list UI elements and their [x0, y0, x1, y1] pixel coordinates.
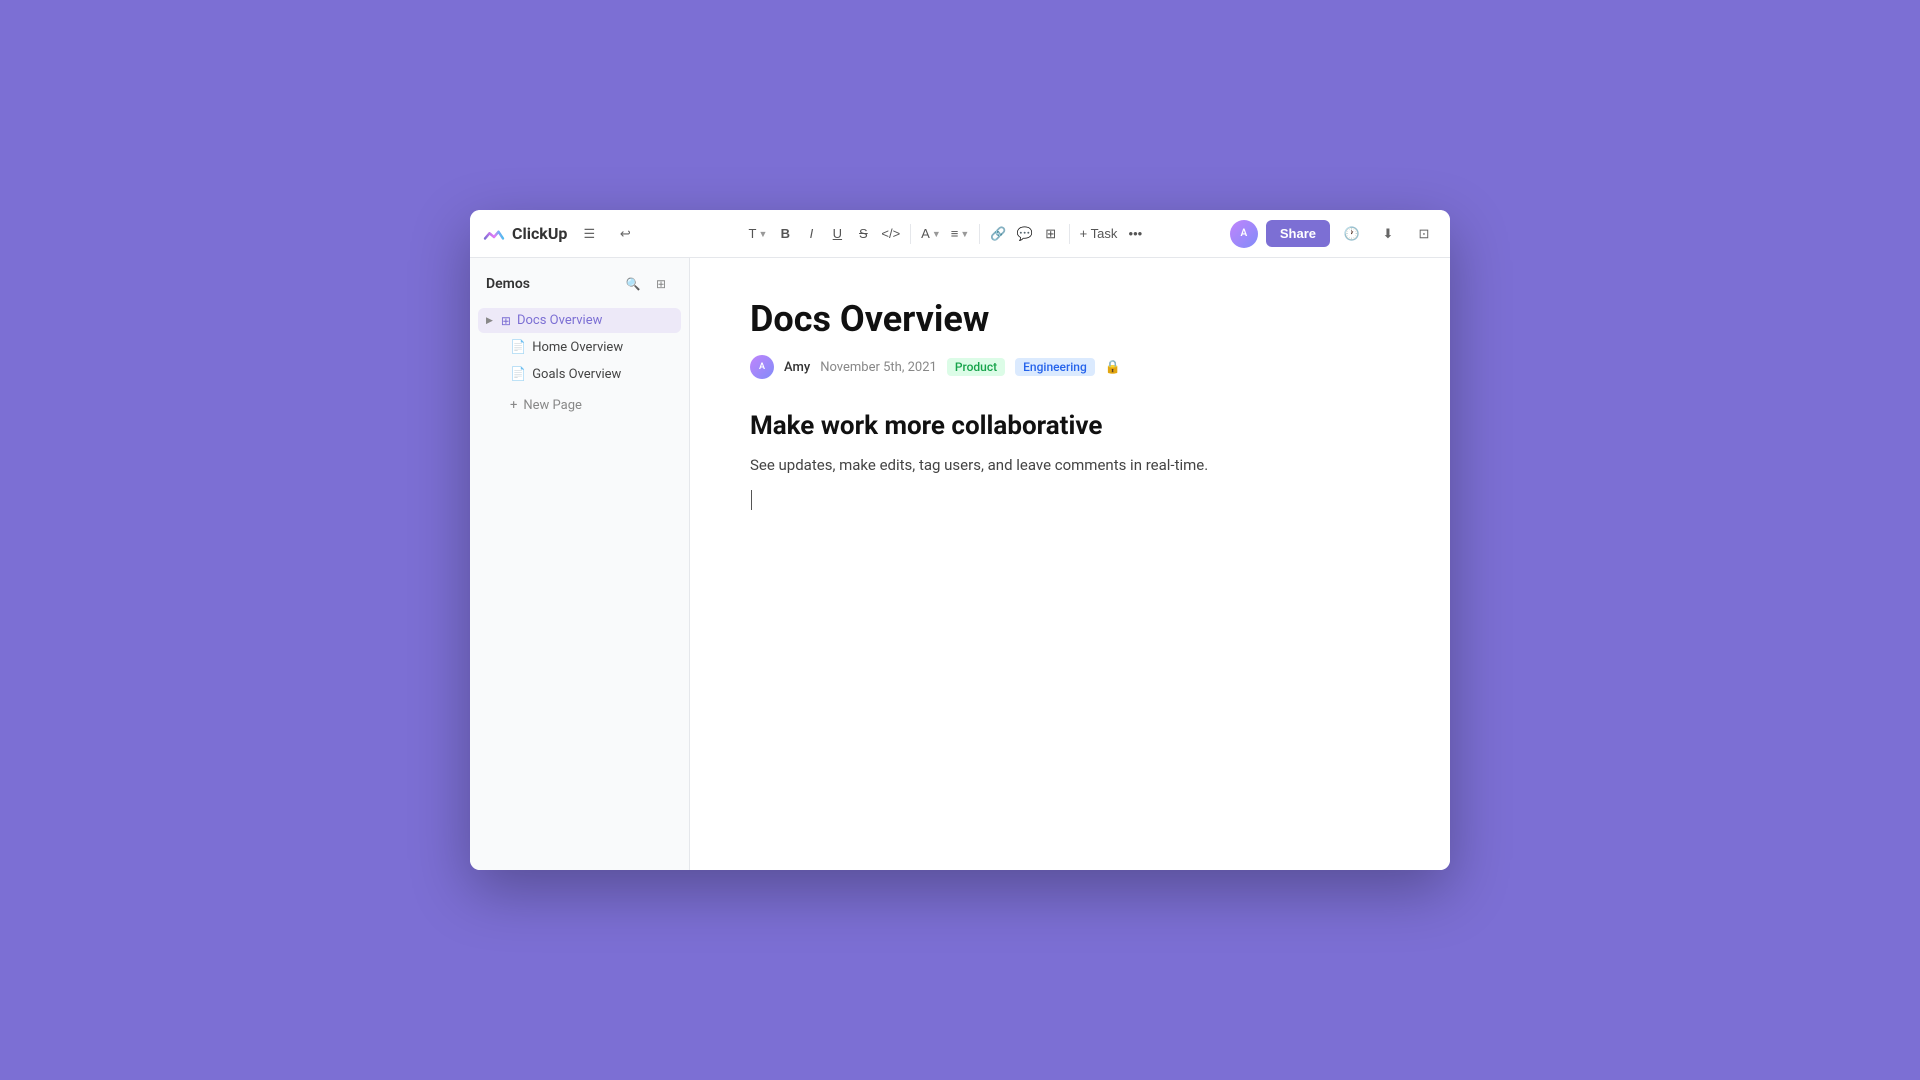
- view-toggle-button[interactable]: ⊡: [1410, 220, 1438, 248]
- menu-button[interactable]: ☰: [575, 220, 603, 248]
- comment-button[interactable]: 💬: [1012, 220, 1036, 248]
- toolbar-left: ClickUp ☰ ↩: [482, 220, 662, 248]
- sidebar-header: Demos 🔍 ⊞: [470, 258, 689, 304]
- divider-2: [979, 224, 980, 244]
- document-meta: A Amy November 5th, 2021 Product Enginee…: [750, 355, 1390, 379]
- sidebar-item-docs-overview[interactable]: ▶ ⊞ Docs Overview: [478, 308, 681, 333]
- history-button[interactable]: 🕐: [1338, 220, 1366, 248]
- text-style-button[interactable]: T▼: [745, 220, 772, 248]
- tag-product[interactable]: Product: [947, 358, 1005, 376]
- sidebar-search-button[interactable]: 🔍: [621, 272, 645, 296]
- export-button[interactable]: ⬇: [1374, 220, 1402, 248]
- strikethrough-button[interactable]: S: [851, 220, 875, 248]
- toolbar-center: T▼ B I U S </> A▼ ≡▼ 🔗 💬 ⊞ + Task •••: [666, 220, 1226, 248]
- document-date: November 5th, 2021: [820, 360, 937, 375]
- font-color-button[interactable]: A▼: [917, 220, 945, 248]
- content-area[interactable]: Docs Overview A Amy November 5th, 2021 P…: [690, 258, 1450, 870]
- undo-button[interactable]: ↩: [611, 220, 639, 248]
- align-button[interactable]: ≡▼: [947, 220, 974, 248]
- tag-engineering[interactable]: Engineering: [1015, 358, 1095, 376]
- document-body: See updates, make edits, tag users, and …: [750, 453, 1390, 477]
- sidebar-item-label: Docs Overview: [517, 313, 602, 328]
- sidebar-header-icons: 🔍 ⊞: [621, 272, 673, 296]
- plus-icon: +: [510, 398, 517, 413]
- toolbar: ClickUp ☰ ↩ T▼ B I U S </> A▼ ≡▼ 🔗 💬 ⊞: [470, 210, 1450, 258]
- code-button[interactable]: </>: [877, 220, 904, 248]
- share-button[interactable]: Share: [1266, 220, 1330, 247]
- link-button[interactable]: 🔗: [986, 220, 1010, 248]
- author-avatar: A: [750, 355, 774, 379]
- expand-arrow-icon: ▶: [486, 316, 493, 326]
- bold-button[interactable]: B: [773, 220, 797, 248]
- author-name: Amy: [784, 360, 810, 375]
- document-heading: Make work more collaborative: [750, 411, 1390, 441]
- sidebar-item-goals-overview[interactable]: 📄 Goals Overview: [478, 362, 681, 387]
- privacy-icon: 🔒: [1105, 360, 1121, 375]
- user-avatar: A: [1230, 220, 1258, 248]
- app-window: ClickUp ☰ ↩ T▼ B I U S </> A▼ ≡▼ 🔗 💬 ⊞: [470, 210, 1450, 870]
- new-page-item[interactable]: + New Page: [478, 393, 681, 418]
- logo: ClickUp: [482, 222, 567, 246]
- new-page-label: New Page: [523, 398, 582, 413]
- doc-icon-home: 📄: [510, 340, 526, 355]
- nav-items: ▶ ⊞ Docs Overview 📄 Home Overview 📄 Goal…: [470, 304, 689, 422]
- cursor-area[interactable]: [750, 489, 1390, 510]
- grid-icon: ⊞: [501, 314, 511, 328]
- sidebar-add-button[interactable]: ⊞: [649, 272, 673, 296]
- more-button[interactable]: •••: [1123, 220, 1147, 248]
- avatar-image: A: [1230, 220, 1258, 248]
- task-button[interactable]: + Task: [1076, 220, 1122, 248]
- sidebar-item-label-goals: Goals Overview: [532, 367, 621, 382]
- italic-button[interactable]: I: [799, 220, 823, 248]
- divider-3: [1069, 224, 1070, 244]
- logo-text: ClickUp: [512, 224, 567, 243]
- table-button[interactable]: ⊞: [1039, 220, 1063, 248]
- sidebar: Demos 🔍 ⊞ ▶ ⊞ Docs Overview 📄 Home Overv…: [470, 258, 690, 870]
- text-cursor: [751, 490, 752, 510]
- divider-1: [910, 224, 911, 244]
- underline-button[interactable]: U: [825, 220, 849, 248]
- clickup-logo-icon: [482, 222, 506, 246]
- sidebar-item-label-home: Home Overview: [532, 340, 623, 355]
- doc-icon-goals: 📄: [510, 367, 526, 382]
- sidebar-item-home-overview[interactable]: 📄 Home Overview: [478, 335, 681, 360]
- toolbar-right: A Share 🕐 ⬇ ⊡: [1230, 220, 1438, 248]
- document-title: Docs Overview: [750, 298, 1390, 341]
- workspace-name: Demos: [486, 276, 530, 292]
- main-area: Demos 🔍 ⊞ ▶ ⊞ Docs Overview 📄 Home Overv…: [470, 258, 1450, 870]
